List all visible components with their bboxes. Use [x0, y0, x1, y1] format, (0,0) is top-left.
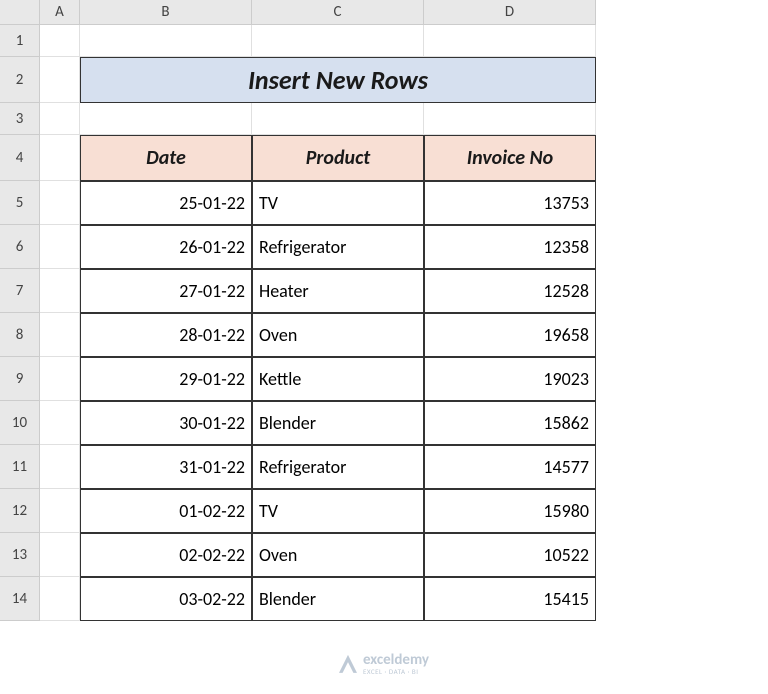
cell-date[interactable]: 30-01-22 — [80, 401, 252, 445]
watermark-main: exceldemy — [363, 652, 429, 669]
row-header-1[interactable]: 1 — [0, 25, 40, 57]
cell-product[interactable]: Refrigerator — [252, 445, 424, 489]
cell-a1[interactable] — [40, 25, 80, 57]
cell-a8[interactable] — [40, 313, 80, 357]
row-header-8[interactable]: 8 — [0, 313, 40, 357]
cell-product[interactable]: TV — [252, 489, 424, 533]
row-header-11[interactable]: 11 — [0, 445, 40, 489]
cell-invoice[interactable]: 12358 — [424, 225, 596, 269]
cell-date[interactable]: 03-02-22 — [80, 577, 252, 621]
col-header-b[interactable]: B — [80, 0, 252, 25]
cell-a10[interactable] — [40, 401, 80, 445]
row-header-10[interactable]: 10 — [0, 401, 40, 445]
cell-d3[interactable] — [424, 103, 596, 135]
row-header-5[interactable]: 5 — [0, 181, 40, 225]
cell-a6[interactable] — [40, 225, 80, 269]
cell-date[interactable]: 28-01-22 — [80, 313, 252, 357]
row-header-7[interactable]: 7 — [0, 269, 40, 313]
row-header-2[interactable]: 2 — [0, 57, 40, 103]
cell-a12[interactable] — [40, 489, 80, 533]
cell-date[interactable]: 26-01-22 — [80, 225, 252, 269]
cell-invoice[interactable]: 15980 — [424, 489, 596, 533]
cell-a14[interactable] — [40, 577, 80, 621]
row-header-9[interactable]: 9 — [0, 357, 40, 401]
title-cell[interactable]: Insert New Rows — [80, 57, 596, 103]
cell-date[interactable]: 31-01-22 — [80, 445, 252, 489]
cell-invoice[interactable]: 14577 — [424, 445, 596, 489]
row-header-3[interactable]: 3 — [0, 103, 40, 135]
cell-a2[interactable] — [40, 57, 80, 103]
spreadsheet-grid: A B C D 1 2 Insert New Rows 3 4 Date Pro… — [0, 0, 768, 621]
cell-product[interactable]: Blender — [252, 577, 424, 621]
watermark-logo-icon — [339, 655, 357, 673]
row-header-4[interactable]: 4 — [0, 135, 40, 181]
cell-b1[interactable] — [80, 25, 252, 57]
cell-product[interactable]: Blender — [252, 401, 424, 445]
header-product[interactable]: Product — [252, 135, 424, 181]
cell-invoice[interactable]: 12528 — [424, 269, 596, 313]
cell-product[interactable]: Oven — [252, 313, 424, 357]
cell-date[interactable]: 01-02-22 — [80, 489, 252, 533]
cell-a7[interactable] — [40, 269, 80, 313]
cell-invoice[interactable]: 13753 — [424, 181, 596, 225]
cell-product[interactable]: Oven — [252, 533, 424, 577]
col-header-a[interactable]: A — [40, 0, 80, 25]
cell-invoice[interactable]: 19658 — [424, 313, 596, 357]
cell-date[interactable]: 02-02-22 — [80, 533, 252, 577]
watermark: exceldemy EXCEL · DATA · BI — [339, 652, 429, 676]
cell-product[interactable]: Kettle — [252, 357, 424, 401]
cell-product[interactable]: Heater — [252, 269, 424, 313]
cell-date[interactable]: 29-01-22 — [80, 357, 252, 401]
cell-a4[interactable] — [40, 135, 80, 181]
select-all-corner[interactable] — [0, 0, 40, 25]
col-header-d[interactable]: D — [424, 0, 596, 25]
cell-invoice[interactable]: 10522 — [424, 533, 596, 577]
cell-product[interactable]: Refrigerator — [252, 225, 424, 269]
cell-a11[interactable] — [40, 445, 80, 489]
cell-c1[interactable] — [252, 25, 424, 57]
row-header-13[interactable]: 13 — [0, 533, 40, 577]
watermark-text: exceldemy EXCEL · DATA · BI — [363, 652, 429, 676]
cell-a3[interactable] — [40, 103, 80, 135]
header-invoice[interactable]: Invoice No — [424, 135, 596, 181]
cell-c3[interactable] — [252, 103, 424, 135]
col-header-c[interactable]: C — [252, 0, 424, 25]
cell-d1[interactable] — [424, 25, 596, 57]
cell-product[interactable]: TV — [252, 181, 424, 225]
row-header-6[interactable]: 6 — [0, 225, 40, 269]
watermark-sub: EXCEL · DATA · BI — [363, 668, 429, 676]
cell-a5[interactable] — [40, 181, 80, 225]
cell-b3[interactable] — [80, 103, 252, 135]
cell-a13[interactable] — [40, 533, 80, 577]
cell-invoice[interactable]: 19023 — [424, 357, 596, 401]
cell-invoice[interactable]: 15862 — [424, 401, 596, 445]
cell-date[interactable]: 25-01-22 — [80, 181, 252, 225]
cell-invoice[interactable]: 15415 — [424, 577, 596, 621]
cell-date[interactable]: 27-01-22 — [80, 269, 252, 313]
header-date[interactable]: Date — [80, 135, 252, 181]
row-header-14[interactable]: 14 — [0, 577, 40, 621]
row-header-12[interactable]: 12 — [0, 489, 40, 533]
cell-a9[interactable] — [40, 357, 80, 401]
